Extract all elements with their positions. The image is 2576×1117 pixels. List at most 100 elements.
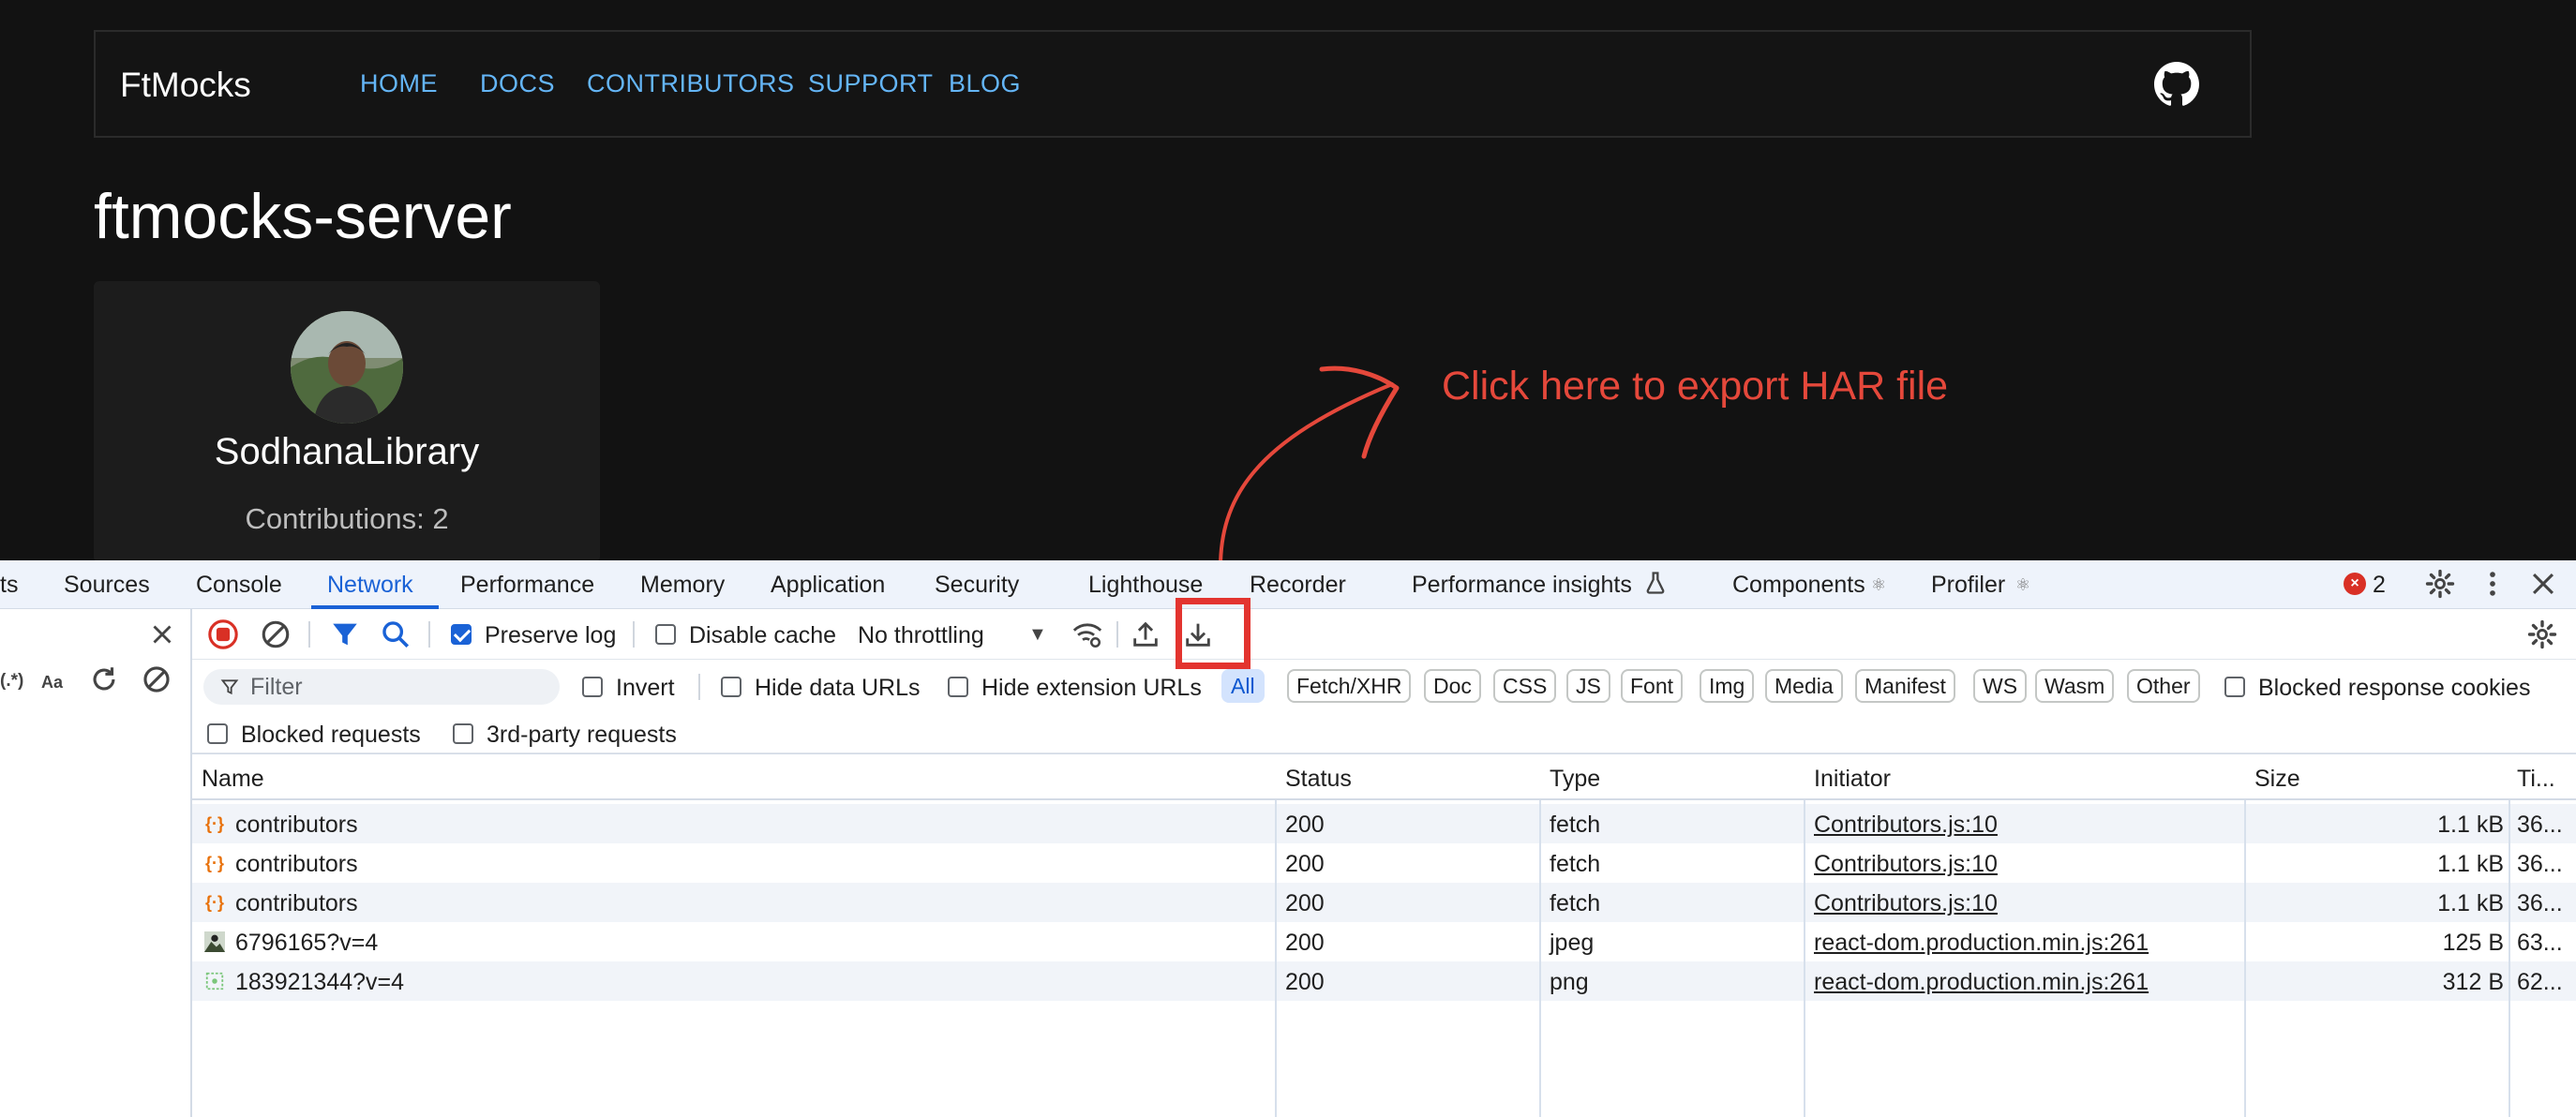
type-filter-wasm[interactable]: Wasm (2035, 669, 2115, 703)
table-row[interactable]: 183921344?v=4 200 png react-dom.producti… (192, 961, 2576, 1001)
type-filter-ws[interactable]: WS (1973, 669, 2028, 703)
column-name[interactable]: Name (202, 766, 264, 793)
disable-cache-checkbox[interactable] (655, 624, 676, 645)
tab-components[interactable]: Components (1732, 572, 1865, 599)
filter-placeholder: Filter (250, 674, 303, 700)
table-row[interactable]: {·} contributors 200 fetch Contributors.… (192, 883, 2576, 922)
github-icon[interactable] (2154, 62, 2199, 107)
request-name: contributors (235, 890, 358, 916)
type-filter-img[interactable]: Img (1700, 669, 1755, 703)
hide-data-urls-label: Hide data URLs (755, 675, 921, 701)
match-case-toggle[interactable]: Aa (41, 673, 63, 693)
clear-log-icon[interactable] (260, 618, 292, 650)
request-initiator[interactable]: react-dom.production.min.js:261 (1814, 930, 2149, 957)
search-icon[interactable] (380, 618, 412, 650)
type-filter-manifest[interactable]: Manifest (1855, 669, 1955, 703)
nav-blog[interactable]: BLOG (949, 69, 1021, 98)
error-count[interactable]: 2 (2373, 572, 2386, 599)
nav-support[interactable]: SUPPORT (808, 69, 934, 98)
network-conditions-icon[interactable] (1071, 618, 1103, 650)
column-divider (1539, 800, 1541, 1117)
tab-memory[interactable]: Memory (640, 572, 725, 599)
type-filter-all[interactable]: All (1221, 669, 1265, 703)
close-search-icon[interactable] (146, 618, 178, 650)
devtools-panel: ts Sources Console Network Performance M… (0, 560, 2576, 1117)
refresh-icon[interactable] (88, 663, 120, 695)
invert-checkbox[interactable] (582, 677, 603, 697)
contributor-card[interactable]: SodhanaLibrary Contributions: 2 (94, 281, 600, 562)
preserve-log-checkbox[interactable] (451, 624, 472, 645)
request-initiator[interactable]: Contributors.js:10 (1814, 812, 1998, 839)
request-initiator[interactable]: Contributors.js:10 (1814, 851, 1998, 878)
tab-application[interactable]: Application (771, 572, 885, 599)
blocked-response-cookies-label: Blocked response cookies (2258, 675, 2531, 701)
export-har-highlight-box (1176, 598, 1251, 669)
tab-profiler[interactable]: Profiler (1931, 572, 2005, 599)
brand-logo[interactable]: FtMocks (120, 66, 251, 105)
nav-docs[interactable]: DOCS (480, 69, 555, 98)
request-time: 36... (2517, 890, 2563, 916)
type-filter-doc[interactable]: Doc (1424, 669, 1481, 703)
requests-table-header: Name Status Type Initiator Size Ti... (192, 753, 2576, 800)
request-initiator[interactable]: react-dom.production.min.js:261 (1814, 969, 2149, 996)
filter-icon[interactable] (329, 618, 361, 650)
hide-data-urls-checkbox[interactable] (721, 677, 741, 697)
invert-label: Invert (616, 675, 675, 701)
tab-network[interactable]: Network (327, 572, 413, 599)
throttling-select[interactable]: No throttling (858, 622, 984, 649)
table-row[interactable]: 6796165?v=4 200 jpeg react-dom.productio… (192, 922, 2576, 961)
nav-home[interactable]: HOME (360, 69, 438, 98)
tab-sources[interactable]: Sources (64, 572, 150, 599)
error-icon[interactable]: × (2344, 573, 2366, 595)
blocked-response-cookies-checkbox[interactable] (2224, 677, 2245, 697)
tab-performance[interactable]: Performance (460, 572, 594, 599)
regex-toggle[interactable]: (.*) (0, 671, 23, 692)
request-name: 183921344?v=4 (235, 969, 405, 995)
tab-console[interactable]: Console (196, 572, 282, 599)
request-size: 1.1 kB (2437, 890, 2504, 916)
annotation-text: Click here to export HAR file (1442, 364, 1949, 409)
more-vert-icon[interactable] (2477, 568, 2509, 600)
type-filter-fetch-xhr[interactable]: Fetch/XHR (1287, 669, 1412, 703)
hide-extension-urls-checkbox[interactable] (948, 677, 968, 697)
request-name: 6796165?v=4 (235, 930, 379, 956)
type-filter-media[interactable]: Media (1765, 669, 1843, 703)
column-status[interactable]: Status (1285, 766, 1352, 793)
type-filter-font[interactable]: Font (1621, 669, 1684, 703)
request-size: 312 B (2442, 969, 2504, 995)
stop-recording-icon[interactable] (207, 618, 239, 650)
type-filter-js[interactable]: JS (1566, 669, 1610, 703)
third-party-requests-checkbox[interactable] (453, 723, 473, 744)
type-filter-other[interactable]: Other (2127, 669, 2200, 703)
clear-icon[interactable] (141, 663, 172, 695)
avatar (291, 311, 403, 424)
type-filter-css[interactable]: CSS (1493, 669, 1557, 703)
tab-lighthouse[interactable]: Lighthouse (1088, 572, 1203, 599)
network-toolbar: Preserve log Disable cache No throttling… (192, 609, 2576, 660)
requests-table-body: {·} contributors 200 fetch Contributors.… (192, 800, 2576, 1117)
column-divider (2244, 800, 2246, 1117)
request-type: jpeg (1550, 930, 1595, 956)
column-type[interactable]: Type (1550, 766, 1600, 793)
chevron-down-icon[interactable]: ▼ (1028, 624, 1047, 646)
column-initiator[interactable]: Initiator (1814, 766, 1891, 793)
column-time[interactable]: Ti... (2517, 766, 2555, 793)
separator (633, 621, 635, 648)
gear-icon[interactable] (2424, 568, 2456, 600)
filter-input[interactable]: Filter (203, 669, 560, 705)
import-har-icon[interactable] (1130, 618, 1161, 650)
tab-performance-insights[interactable]: Performance insights (1412, 572, 1632, 599)
tab-elements[interactable]: ts (0, 572, 18, 599)
image-thumbnail-icon (204, 931, 225, 952)
nav-contributors[interactable]: CONTRIBUTORS (587, 69, 795, 98)
blocked-requests-checkbox[interactable] (207, 723, 228, 744)
column-size[interactable]: Size (2254, 766, 2300, 793)
request-type: fetch (1550, 890, 1601, 916)
table-row[interactable]: {·} contributors 200 fetch Contributors.… (192, 843, 2576, 883)
network-settings-icon[interactable] (2526, 618, 2558, 650)
close-icon[interactable] (2527, 568, 2559, 600)
request-initiator[interactable]: Contributors.js:10 (1814, 890, 1998, 917)
tab-security[interactable]: Security (935, 572, 1019, 599)
table-row[interactable]: {·} contributors 200 fetch Contributors.… (192, 804, 2576, 843)
tab-recorder[interactable]: Recorder (1250, 572, 1346, 599)
